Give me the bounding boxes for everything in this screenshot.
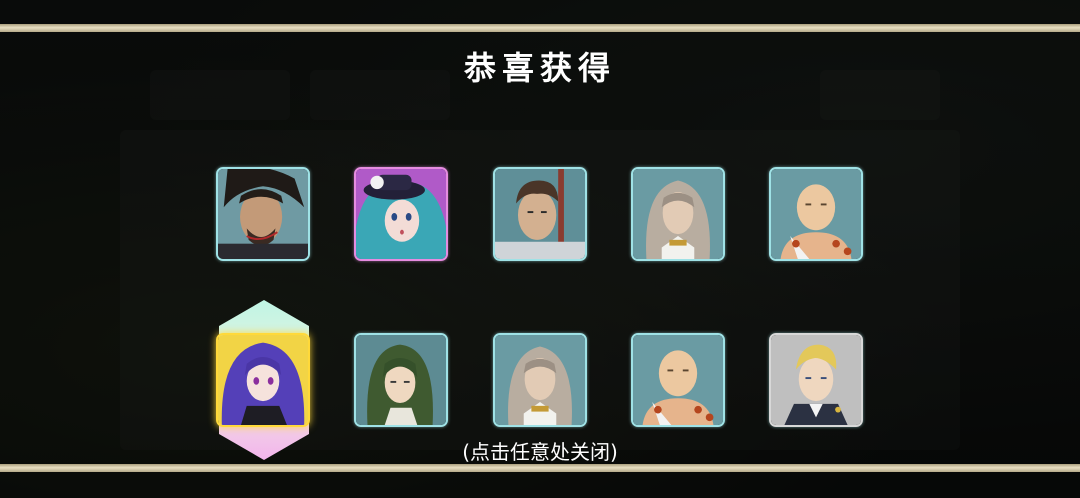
bald-monk-portrait <box>771 169 861 259</box>
brown-haired-man-portrait <box>495 169 585 259</box>
reward-card-1[interactable] <box>216 167 310 261</box>
reward-card-2[interactable] <box>354 167 448 261</box>
reward-card-6[interactable] <box>216 333 310 427</box>
bald-monk-portrait <box>633 335 723 425</box>
blonde-young-man-portrait <box>771 335 861 425</box>
long-gray-haired-man-portrait <box>495 335 585 425</box>
reward-card-4[interactable] <box>631 167 725 261</box>
reward-card-9[interactable] <box>631 333 725 427</box>
bearded-swordsman-portrait <box>218 169 308 259</box>
reward-card-8[interactable] <box>493 333 587 427</box>
reward-card-10[interactable] <box>769 333 863 427</box>
green-haired-woman-portrait <box>356 335 446 425</box>
reward-card-5[interactable] <box>769 167 863 261</box>
close-hint: (点击任意处关闭) <box>462 440 618 464</box>
dialog-title: 恭喜获得 <box>463 49 616 87</box>
top-frame-bar <box>0 24 1080 32</box>
bottom-frame-bar <box>0 464 1080 472</box>
reward-card-7[interactable] <box>354 333 448 427</box>
purple-haired-girl-portrait <box>218 335 308 425</box>
reward-card-3[interactable] <box>493 167 587 261</box>
blue-haired-hat-girl-portrait <box>356 169 446 259</box>
long-gray-haired-man-portrait <box>633 169 723 259</box>
